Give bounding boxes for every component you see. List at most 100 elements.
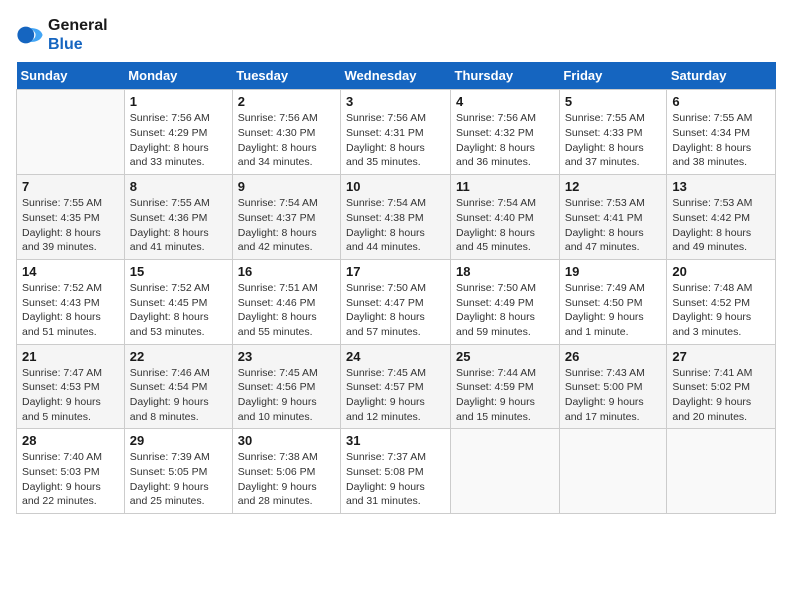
day-info: Sunrise: 7:50 AM Sunset: 4:47 PM Dayligh… bbox=[346, 281, 445, 340]
day-number: 18 bbox=[456, 264, 554, 279]
day-cell: 10 Sunrise: 7:54 AM Sunset: 4:38 PM Dayli… bbox=[341, 175, 451, 260]
day-info: Sunrise: 7:51 AM Sunset: 4:46 PM Dayligh… bbox=[238, 281, 335, 340]
day-cell: 17 Sunrise: 7:50 AM Sunset: 4:47 PM Dayli… bbox=[341, 259, 451, 344]
day-cell: 5 Sunrise: 7:55 AM Sunset: 4:33 PM Daylig… bbox=[559, 90, 667, 175]
day-cell: 15 Sunrise: 7:52 AM Sunset: 4:45 PM Dayli… bbox=[124, 259, 232, 344]
day-number: 17 bbox=[346, 264, 445, 279]
weekday-header-tuesday: Tuesday bbox=[232, 62, 340, 90]
day-info: Sunrise: 7:56 AM Sunset: 4:29 PM Dayligh… bbox=[130, 111, 227, 170]
day-number: 2 bbox=[238, 94, 335, 109]
day-cell: 23Sunrise: 7:45 AM Sunset: 4:56 PM Dayli… bbox=[232, 344, 340, 429]
day-number: 16 bbox=[238, 264, 335, 279]
calendar-table: SundayMondayTuesdayWednesdayThursdayFrid… bbox=[16, 62, 776, 514]
day-info: Sunrise: 7:54 AM Sunset: 4:37 PM Dayligh… bbox=[238, 196, 335, 255]
day-number: 10 bbox=[346, 179, 445, 194]
day-cell: 24 Sunrise: 7:45 AM Sunset: 4:57 PM Dayli… bbox=[341, 344, 451, 429]
day-info: Sunrise: 7:49 AM Sunset: 4:50 PM Dayligh… bbox=[565, 281, 662, 340]
day-info: Sunrise: 7:44 AM Sunset: 4:59 PM Dayligh… bbox=[456, 366, 554, 425]
day-number: 31 bbox=[346, 433, 445, 448]
weekday-header-monday: Monday bbox=[124, 62, 232, 90]
day-info: Sunrise: 7:53 AM Sunset: 4:41 PM Dayligh… bbox=[565, 196, 662, 255]
day-number: 7 bbox=[22, 179, 119, 194]
day-cell: 1 Sunrise: 7:56 AM Sunset: 4:29 PM Daylig… bbox=[124, 90, 232, 175]
day-number: 19 bbox=[565, 264, 662, 279]
day-number: 28 bbox=[22, 433, 119, 448]
day-info: Sunrise: 7:39 AM Sunset: 5:05 PM Dayligh… bbox=[130, 450, 227, 509]
day-cell: 3 Sunrise: 7:56 AM Sunset: 4:31 PM Daylig… bbox=[341, 90, 451, 175]
day-info: Sunrise: 7:48 AM Sunset: 4:52 PM Dayligh… bbox=[672, 281, 770, 340]
day-info: Sunrise: 7:45 AM Sunset: 4:57 PM Dayligh… bbox=[346, 366, 445, 425]
day-info: Sunrise: 7:56 AM Sunset: 4:31 PM Dayligh… bbox=[346, 111, 445, 170]
day-info: Sunrise: 7:52 AM Sunset: 4:45 PM Dayligh… bbox=[130, 281, 227, 340]
day-number: 24 bbox=[346, 349, 445, 364]
day-cell: 19 Sunrise: 7:49 AM Sunset: 4:50 PM Dayli… bbox=[559, 259, 667, 344]
weekday-header-sunday: Sunday bbox=[17, 62, 125, 90]
day-number: 13 bbox=[672, 179, 770, 194]
day-info: Sunrise: 7:43 AM Sunset: 5:00 PM Dayligh… bbox=[565, 366, 662, 425]
logo: General Blue bbox=[16, 16, 108, 54]
day-number: 11 bbox=[456, 179, 554, 194]
day-cell: 27 Sunrise: 7:41 AM Sunset: 5:02 PM Dayli… bbox=[667, 344, 776, 429]
day-cell: 30Sunrise: 7:38 AM Sunset: 5:06 PM Dayli… bbox=[232, 429, 340, 514]
day-info: Sunrise: 7:56 AM Sunset: 4:30 PM Dayligh… bbox=[238, 111, 335, 170]
day-info: Sunrise: 7:55 AM Sunset: 4:34 PM Dayligh… bbox=[672, 111, 770, 170]
day-cell: 29 Sunrise: 7:39 AM Sunset: 5:05 PM Dayli… bbox=[124, 429, 232, 514]
day-info: Sunrise: 7:47 AM Sunset: 4:53 PM Dayligh… bbox=[22, 366, 119, 425]
day-info: Sunrise: 7:55 AM Sunset: 4:36 PM Dayligh… bbox=[130, 196, 227, 255]
day-info: Sunrise: 7:55 AM Sunset: 4:35 PM Dayligh… bbox=[22, 196, 119, 255]
day-number: 14 bbox=[22, 264, 119, 279]
day-number: 4 bbox=[456, 94, 554, 109]
logo-text: General Blue bbox=[48, 16, 108, 54]
day-number: 26 bbox=[565, 349, 662, 364]
day-number: 30 bbox=[238, 433, 335, 448]
day-number: 5 bbox=[565, 94, 662, 109]
day-number: 27 bbox=[672, 349, 770, 364]
week-row-4: 21Sunrise: 7:47 AM Sunset: 4:53 PM Dayli… bbox=[17, 344, 776, 429]
day-number: 8 bbox=[130, 179, 227, 194]
logo-icon bbox=[16, 21, 44, 49]
day-cell: 2 Sunrise: 7:56 AM Sunset: 4:30 PM Daylig… bbox=[232, 90, 340, 175]
day-cell bbox=[451, 429, 560, 514]
week-row-2: 7 Sunrise: 7:55 AM Sunset: 4:35 PM Daylig… bbox=[17, 175, 776, 260]
day-number: 15 bbox=[130, 264, 227, 279]
day-cell: 22Sunrise: 7:46 AM Sunset: 4:54 PM Dayli… bbox=[124, 344, 232, 429]
week-row-5: 28 Sunrise: 7:40 AM Sunset: 5:03 PM Dayli… bbox=[17, 429, 776, 514]
day-info: Sunrise: 7:53 AM Sunset: 4:42 PM Dayligh… bbox=[672, 196, 770, 255]
day-number: 29 bbox=[130, 433, 227, 448]
day-info: Sunrise: 7:40 AM Sunset: 5:03 PM Dayligh… bbox=[22, 450, 119, 509]
day-info: Sunrise: 7:54 AM Sunset: 4:38 PM Dayligh… bbox=[346, 196, 445, 255]
week-row-1: 1 Sunrise: 7:56 AM Sunset: 4:29 PM Daylig… bbox=[17, 90, 776, 175]
day-cell: 9 Sunrise: 7:54 AM Sunset: 4:37 PM Daylig… bbox=[232, 175, 340, 260]
day-cell: 20 Sunrise: 7:48 AM Sunset: 4:52 PM Dayli… bbox=[667, 259, 776, 344]
day-number: 22 bbox=[130, 349, 227, 364]
day-cell: 18 Sunrise: 7:50 AM Sunset: 4:49 PM Dayli… bbox=[451, 259, 560, 344]
day-number: 12 bbox=[565, 179, 662, 194]
day-cell bbox=[17, 90, 125, 175]
day-cell bbox=[667, 429, 776, 514]
weekday-header-saturday: Saturday bbox=[667, 62, 776, 90]
day-number: 6 bbox=[672, 94, 770, 109]
day-number: 9 bbox=[238, 179, 335, 194]
day-cell: 16 Sunrise: 7:51 AM Sunset: 4:46 PM Dayli… bbox=[232, 259, 340, 344]
day-number: 20 bbox=[672, 264, 770, 279]
day-info: Sunrise: 7:50 AM Sunset: 4:49 PM Dayligh… bbox=[456, 281, 554, 340]
day-info: Sunrise: 7:52 AM Sunset: 4:43 PM Dayligh… bbox=[22, 281, 119, 340]
day-info: Sunrise: 7:41 AM Sunset: 5:02 PM Dayligh… bbox=[672, 366, 770, 425]
day-number: 25 bbox=[456, 349, 554, 364]
day-number: 1 bbox=[130, 94, 227, 109]
weekday-header-wednesday: Wednesday bbox=[341, 62, 451, 90]
weekday-header-friday: Friday bbox=[559, 62, 667, 90]
day-info: Sunrise: 7:55 AM Sunset: 4:33 PM Dayligh… bbox=[565, 111, 662, 170]
day-cell: 21Sunrise: 7:47 AM Sunset: 4:53 PM Dayli… bbox=[17, 344, 125, 429]
weekday-header-thursday: Thursday bbox=[451, 62, 560, 90]
weekday-header-row: SundayMondayTuesdayWednesdayThursdayFrid… bbox=[17, 62, 776, 90]
day-info: Sunrise: 7:56 AM Sunset: 4:32 PM Dayligh… bbox=[456, 111, 554, 170]
header: General Blue bbox=[16, 16, 776, 54]
day-number: 3 bbox=[346, 94, 445, 109]
day-cell: 6 Sunrise: 7:55 AM Sunset: 4:34 PM Daylig… bbox=[667, 90, 776, 175]
day-number: 23 bbox=[238, 349, 335, 364]
day-cell: 8 Sunrise: 7:55 AM Sunset: 4:36 PM Daylig… bbox=[124, 175, 232, 260]
week-row-3: 14 Sunrise: 7:52 AM Sunset: 4:43 PM Dayli… bbox=[17, 259, 776, 344]
day-info: Sunrise: 7:37 AM Sunset: 5:08 PM Dayligh… bbox=[346, 450, 445, 509]
day-cell: 7 Sunrise: 7:55 AM Sunset: 4:35 PM Daylig… bbox=[17, 175, 125, 260]
